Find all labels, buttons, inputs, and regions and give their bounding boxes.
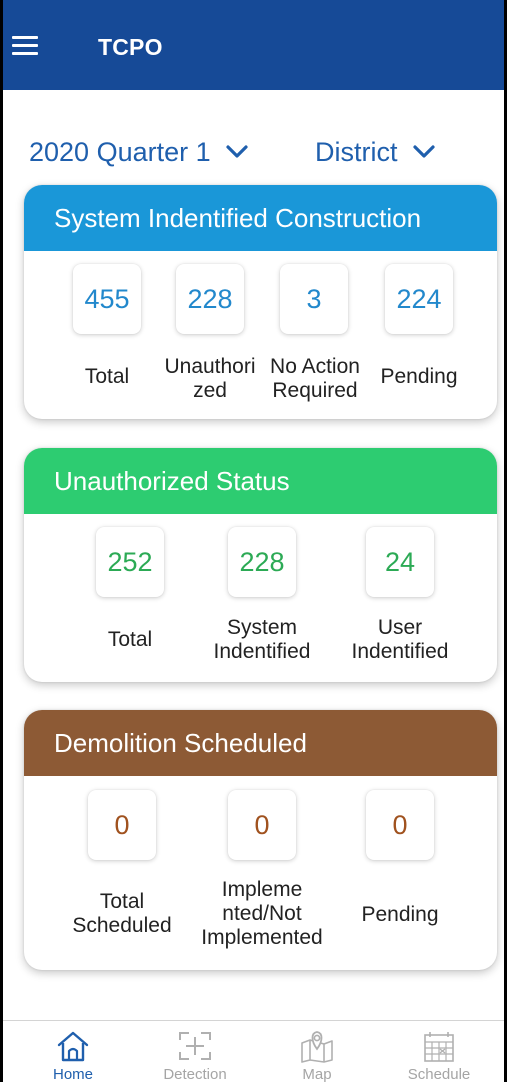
- stat-total-value[interactable]: 455: [73, 264, 141, 334]
- district-dropdown[interactable]: District: [315, 134, 436, 170]
- stat-pending-value[interactable]: 0: [366, 790, 434, 860]
- stat-implemented-value[interactable]: 0: [228, 790, 296, 860]
- stat-system-identified-label: System Indentified: [213, 616, 311, 663]
- stat-no-action-required-label: No Action Required: [270, 355, 360, 402]
- stat-pending-label: Pending: [380, 365, 458, 388]
- stat-total-label: Total: [84, 365, 130, 388]
- nav-schedule-label: Schedule: [407, 1066, 471, 1082]
- stat-no-action-required-value[interactable]: 3: [280, 264, 348, 334]
- quarter-dropdown-label: 2020 Quarter 1: [29, 137, 211, 167]
- chevron-down-icon: [226, 145, 248, 158]
- bottom-navigation: Home Detection Map Schedule: [3, 1020, 504, 1082]
- stat-unauthorized-value[interactable]: 228: [176, 264, 244, 334]
- stat-user-identified-label: User Indentified: [351, 616, 449, 663]
- hamburger-menu-icon[interactable]: [12, 36, 38, 56]
- chevron-down-icon: [412, 145, 435, 158]
- stat-pending-value[interactable]: 224: [385, 264, 453, 334]
- nav-map-label: Map: [302, 1066, 332, 1082]
- unauthorized-status-card: Unauthorized Status 252 Total 228 System…: [24, 448, 497, 682]
- stat-pending-label: Pending: [361, 903, 439, 926]
- card-title: Unauthorized Status: [24, 448, 497, 514]
- quarter-dropdown[interactable]: 2020 Quarter 1: [29, 134, 249, 170]
- detection-icon: [179, 1032, 211, 1060]
- nav-home-label: Home: [52, 1066, 93, 1082]
- stat-total-value[interactable]: 252: [96, 527, 164, 597]
- demolition-scheduled-card: Demolition Scheduled 0 Total Scheduled 0…: [24, 710, 497, 970]
- stat-system-identified-value[interactable]: 228: [228, 527, 296, 597]
- district-dropdown-label: District: [315, 137, 398, 167]
- card-title: Demolition Scheduled: [24, 710, 497, 776]
- nav-detection-label: Detection: [163, 1066, 227, 1082]
- system-identified-construction-card: System Indentified Construction 455 Tota…: [24, 185, 497, 419]
- app-bar: TCPO: [3, 0, 504, 90]
- map-icon: [301, 1031, 333, 1063]
- schedule-icon: [424, 1032, 454, 1062]
- stat-unauthorized-label: Unauthori zed: [164, 355, 256, 402]
- home-icon: [57, 1031, 89, 1062]
- stat-total-scheduled-label: Total Scheduled: [72, 890, 172, 937]
- app-screen: TCPO 2020 Quarter 1 District System Inde…: [3, 0, 504, 1082]
- stat-total-label: Total: [107, 628, 153, 651]
- nav-detection[interactable]: Detection: [140, 1021, 250, 1082]
- stat-user-identified-value[interactable]: 24: [366, 527, 434, 597]
- stat-total-scheduled-value[interactable]: 0: [88, 790, 156, 860]
- nav-home[interactable]: Home: [18, 1021, 128, 1082]
- app-title: TCPO: [98, 34, 163, 60]
- nav-map[interactable]: Map: [262, 1021, 372, 1082]
- nav-schedule[interactable]: Schedule: [384, 1021, 494, 1082]
- card-title: System Indentified Construction: [24, 185, 497, 251]
- stat-implemented-label: Impleme nted/Not Implemented: [201, 878, 323, 949]
